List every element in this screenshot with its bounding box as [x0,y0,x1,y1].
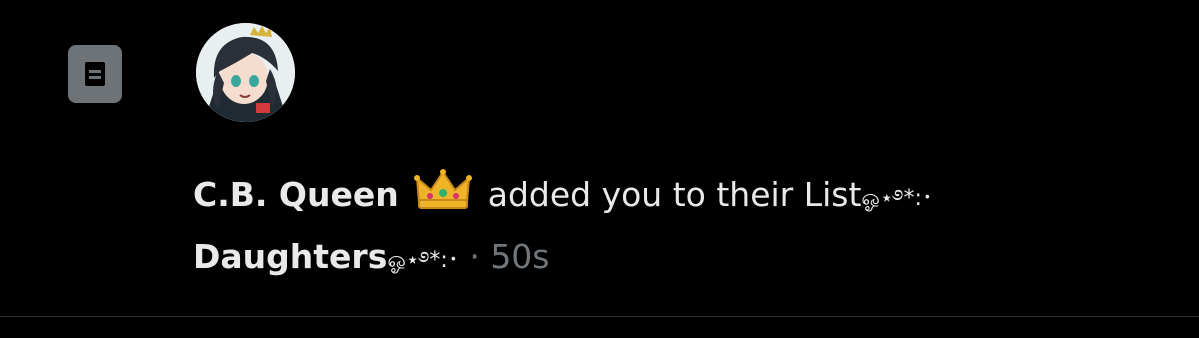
list-glyph-icon [85,62,105,86]
list-icon [68,45,122,103]
notification-line-2: Daughtersஓ⋆࿔*:･ · 50s [193,228,1183,290]
notification-text: C.B. Queen added you to their Listஓ⋆࿔*:･… [193,166,1183,290]
list-name-suffix-decoration: ஓ⋆࿔*:･ [387,248,459,273]
timestamp: 50s [490,237,550,276]
user-name[interactable]: C.B. Queen [193,175,399,214]
avatar[interactable] [196,23,295,122]
separator-dot: · [458,237,491,276]
crown-emoji-icon [413,168,473,228]
list-name-decoration: ஓ⋆࿔*:･ [861,186,933,211]
notification-line-1: C.B. Queen added you to their Listஓ⋆࿔*:･ [193,166,1183,228]
anime-character-avatar-icon [196,23,295,122]
divider [0,316,1199,317]
action-text: added you to their List [487,175,862,214]
notification-item[interactable]: C.B. Queen added you to their Listஓ⋆࿔*:･… [0,0,1199,316]
list-name[interactable]: Daughters [193,237,387,276]
